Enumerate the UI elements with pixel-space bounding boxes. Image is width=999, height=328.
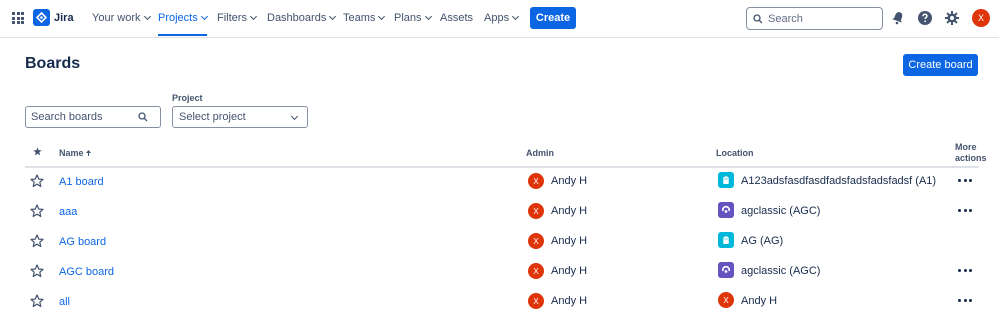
app-switcher-icon[interactable]: [12, 12, 24, 24]
global-search-input[interactable]: [768, 12, 868, 25]
table-row: all X Andy H X Andy H: [25, 287, 979, 317]
admin-name[interactable]: Andy H: [551, 235, 587, 247]
more-actions-button[interactable]: [958, 175, 972, 185]
star-outline-icon[interactable]: [30, 234, 44, 248]
nav-label: Plans: [394, 12, 422, 24]
nav-apps[interactable]: Apps: [484, 12, 520, 24]
admin-avatar: X: [528, 263, 544, 279]
admin-name[interactable]: Andy H: [551, 265, 587, 277]
location-link[interactable]: AG (AG): [741, 235, 783, 247]
settings-icon[interactable]: [944, 10, 960, 26]
board-search[interactable]: [25, 106, 161, 128]
admin-name[interactable]: Andy H: [551, 205, 587, 217]
location-link[interactable]: agclassic (AGC): [741, 205, 820, 217]
admin-avatar: X: [528, 173, 544, 189]
more-actions-button[interactable]: [958, 205, 972, 215]
more-actions-button[interactable]: [958, 265, 972, 275]
user-avatar-icon: X: [718, 292, 734, 308]
jira-logo[interactable]: Jira: [33, 9, 74, 26]
sort-icon: [86, 150, 92, 156]
name-header-label: Name: [59, 148, 84, 158]
nav-label: Filters: [217, 12, 247, 24]
nav-label: Teams: [343, 12, 376, 24]
search-icon: [138, 112, 148, 122]
board-name-link[interactable]: AG board: [59, 236, 106, 248]
nav-filters[interactable]: Filters: [217, 12, 257, 24]
admin-avatar: X: [528, 233, 544, 249]
board-name-link[interactable]: AGC board: [59, 266, 114, 278]
location-link[interactable]: agclassic (AGC): [741, 265, 820, 277]
favourite-column-header[interactable]: [33, 147, 42, 158]
global-search[interactable]: [746, 7, 883, 30]
board-name-link[interactable]: all: [59, 296, 70, 308]
nav-label: Assets: [440, 12, 474, 24]
create-button[interactable]: Create: [530, 7, 576, 29]
table-row: aaa X Andy H agclassic (AGC): [25, 197, 979, 227]
location-column-header: Location: [716, 148, 754, 158]
board-search-input[interactable]: [26, 111, 138, 123]
nav-plans[interactable]: Plans: [394, 12, 432, 24]
star-outline-icon[interactable]: [30, 204, 44, 218]
admin-column-header: Admin: [526, 148, 554, 158]
chevron-down-icon: [249, 12, 257, 21]
table-row: AGC board X Andy H agclassic (AGC): [25, 257, 979, 287]
project-select-value: Select project: [179, 111, 246, 123]
nav-your-work[interactable]: Your work: [92, 12, 151, 24]
table-row: A1 board X Andy H A123adsfasdfasdfadsfad…: [25, 167, 979, 197]
project-filter-label: Project: [172, 93, 203, 103]
star-outline-icon[interactable]: [30, 174, 44, 188]
admin-avatar: X: [528, 293, 544, 309]
teal-project-icon: [718, 172, 734, 188]
jira-logo-icon: [33, 9, 50, 26]
chevron-down-icon: [424, 12, 432, 21]
nav-label: Your work: [92, 12, 141, 24]
star-outline-icon[interactable]: [30, 264, 44, 278]
project-select[interactable]: Select project: [172, 106, 308, 128]
star-outline-icon[interactable]: [30, 294, 44, 308]
board-name-link[interactable]: aaa: [59, 206, 77, 218]
top-navigation: Jira Your work Projects Filters Dashboar…: [0, 0, 999, 38]
nav-teams[interactable]: Teams: [343, 12, 386, 24]
nav-dashboards[interactable]: Dashboards: [267, 12, 337, 24]
jira-logo-text: Jira: [54, 11, 74, 24]
table-row: AG board X Andy H AG (AG): [25, 227, 979, 257]
chevron-down-icon: [200, 12, 208, 21]
admin-avatar: X: [528, 203, 544, 219]
chevron-down-icon: [329, 12, 337, 21]
chevron-down-icon: [378, 12, 386, 21]
board-name-link[interactable]: A1 board: [59, 176, 104, 188]
admin-name[interactable]: Andy H: [551, 175, 587, 187]
more-actions-header-line-1: More: [955, 142, 977, 152]
purple-project-icon: [718, 262, 734, 278]
location-link[interactable]: Andy H: [741, 295, 777, 307]
nav-label: Dashboards: [267, 12, 327, 24]
help-icon[interactable]: [917, 10, 933, 26]
user-avatar[interactable]: X: [972, 9, 990, 27]
star-icon: [33, 147, 42, 156]
nav-projects[interactable]: Projects: [158, 12, 208, 36]
nav-label: Apps: [484, 12, 510, 24]
chevron-down-icon: [143, 12, 151, 21]
purple-project-icon: [718, 202, 734, 218]
create-board-button[interactable]: Create board: [903, 54, 978, 76]
notifications-icon[interactable]: [890, 10, 906, 26]
more-actions-header-line-2: actions: [955, 153, 987, 163]
admin-name[interactable]: Andy H: [551, 295, 587, 307]
name-column-header[interactable]: Name: [59, 148, 92, 158]
nav-assets[interactable]: Assets: [440, 12, 473, 24]
search-icon: [753, 13, 763, 23]
teal-project-icon: [718, 232, 734, 248]
nav-label: Projects: [158, 12, 198, 24]
page-title: Boards: [25, 55, 81, 72]
chevron-down-icon: [290, 112, 299, 121]
more-actions-button[interactable]: [958, 295, 972, 305]
more-actions-column-header: More actions: [955, 142, 987, 164]
location-link[interactable]: A123adsfasdfasdfadsfadsfadsfadsf (A1): [741, 175, 936, 187]
chevron-down-icon: [512, 12, 520, 21]
